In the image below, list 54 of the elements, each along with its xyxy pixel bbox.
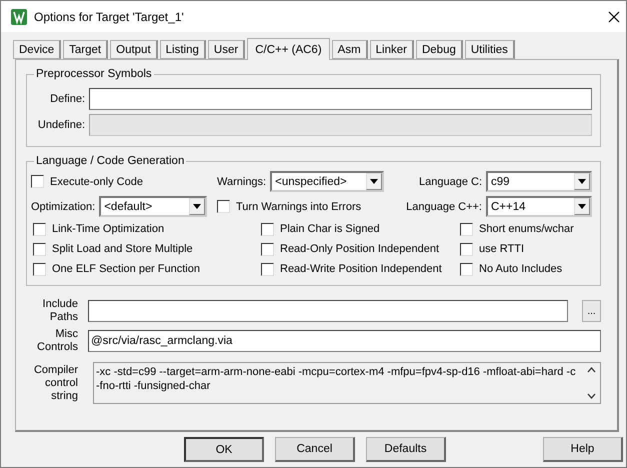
close-icon[interactable] <box>608 10 620 22</box>
caret-icon <box>366 173 382 190</box>
checkbox[interactable]: Short enums/wchar <box>460 222 592 236</box>
tab[interactable]: Device <box>13 40 62 59</box>
app-icon <box>11 8 27 24</box>
dropdown[interactable]: <default> <box>99 196 208 217</box>
tab[interactable]: Listing <box>160 40 206 59</box>
tab[interactable]: Asm <box>332 40 368 59</box>
checkbox[interactable]: No Auto Includes <box>460 262 592 276</box>
field-label: Language C++: <box>406 200 482 212</box>
tab[interactable]: Debug <box>416 40 463 59</box>
checkbox[interactable]: use RTTI <box>460 242 592 256</box>
checkbox[interactable]: Link-Time Optimization <box>33 222 261 236</box>
tab[interactable]: C/C++ (AC6) <box>247 38 330 60</box>
window-title: Options for Target 'Target_1' <box>34 10 185 24</box>
tab[interactable]: User <box>208 40 246 59</box>
dialog-button[interactable]: OK <box>184 437 264 462</box>
input-field[interactable] <box>89 88 592 110</box>
dropdown[interactable]: <unspecified> <box>270 171 384 192</box>
checkbox[interactable]: Plain Char is Signed <box>261 222 460 236</box>
tab[interactable]: Target <box>63 40 108 59</box>
checkbox[interactable]: Execute-only Code <box>31 175 217 188</box>
browse-button[interactable]: ... <box>582 300 601 322</box>
checkbox[interactable]: One ELF Section per Function <box>33 262 261 276</box>
group-title: Language / Code Generation <box>35 155 186 167</box>
field-label: Language C: <box>419 176 482 188</box>
scroll-down-icon[interactable] <box>587 393 596 399</box>
caret-icon <box>574 198 590 215</box>
dropdown[interactable]: C++14 <box>486 196 592 217</box>
field-label: Misc Controls <box>36 328 78 354</box>
tab[interactable]: Utilities <box>464 40 515 59</box>
dropdown[interactable]: c99 <box>486 171 592 192</box>
input-field[interactable] <box>88 300 568 322</box>
scroll-up-icon[interactable] <box>587 367 596 373</box>
group-title: Preprocessor Symbols <box>35 68 153 80</box>
field-label: Optimization: <box>31 200 96 212</box>
caret-icon <box>189 198 206 215</box>
tab[interactable]: Linker <box>370 40 414 59</box>
tab[interactable]: Output <box>110 40 158 59</box>
field-label: Warnings: <box>217 176 266 188</box>
dialog-button[interactable]: Help <box>543 437 623 462</box>
text-area[interactable]: -xc -std=c99 --target=arm-arm-none-eabi -mcpu=cortex-m4 -mfpu=fpv4-sp-d16 -mfloat-abi=hard -c -fno-rtti -funsigned-char <box>93 362 601 404</box>
field-label: Compiler control string <box>32 364 78 402</box>
field-label: Include Paths <box>42 298 78 324</box>
checkbox[interactable]: Turn Warnings into Errors <box>217 200 397 213</box>
checkbox[interactable]: Split Load and Store Multiple <box>33 242 261 256</box>
field-label: Undefine: <box>36 119 86 131</box>
dialog-button[interactable]: Defaults <box>366 437 446 462</box>
dialog-button[interactable]: Cancel <box>275 437 355 462</box>
field-label: Define: <box>49 93 86 105</box>
checkbox[interactable]: Read-Only Position Independent <box>261 242 460 256</box>
input-field[interactable]: @src/via/rasc_armclang.via <box>88 330 601 352</box>
checkbox[interactable]: Read-Write Position Independent <box>261 262 460 276</box>
caret-icon <box>574 173 590 190</box>
